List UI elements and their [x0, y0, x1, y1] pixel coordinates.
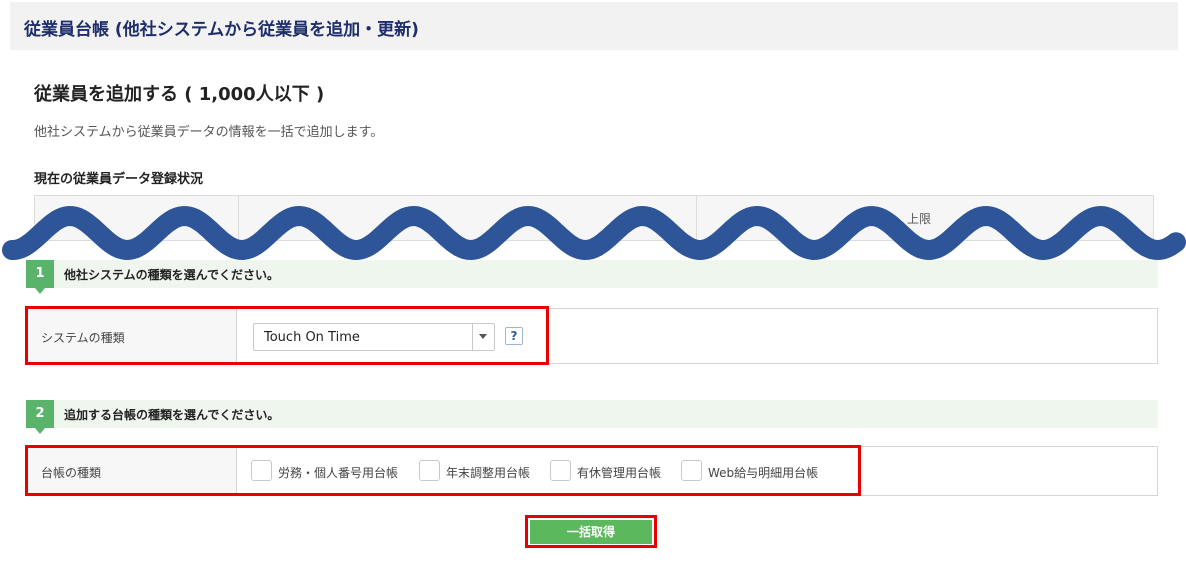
step-2-text: 追加する台帳の種類を選んでください。	[64, 408, 280, 422]
highlight-ledger-type	[25, 445, 861, 496]
page-header: 従業員台帳 (他社システムから従業員を追加・更新)	[10, 2, 1178, 50]
highlight-system-type	[25, 306, 549, 365]
step-2-badge: 2	[26, 400, 54, 434]
wave-line	[2, 205, 1186, 261]
step-1-bar: 1 他社システムの種類を選んでください。	[26, 260, 1158, 294]
step-1-text: 他社システムの種類を選んでください。	[64, 268, 280, 282]
highlight-submit	[525, 515, 657, 548]
step-1-badge: 1	[26, 260, 54, 294]
status-title: 現在の従業員データ登録状況	[34, 172, 204, 187]
step-2-bar: 2 追加する台帳の種類を選んでください。	[26, 400, 1158, 434]
wave-cut-icon	[2, 205, 1186, 261]
section-title: 従業員を追加する ( 1,000人以下 )	[34, 84, 325, 105]
section-description: 他社システムから従業員データの情報を一括で追加します。	[34, 125, 384, 140]
page-title: 従業員台帳 (他社システムから従業員を追加・更新)	[24, 20, 419, 40]
